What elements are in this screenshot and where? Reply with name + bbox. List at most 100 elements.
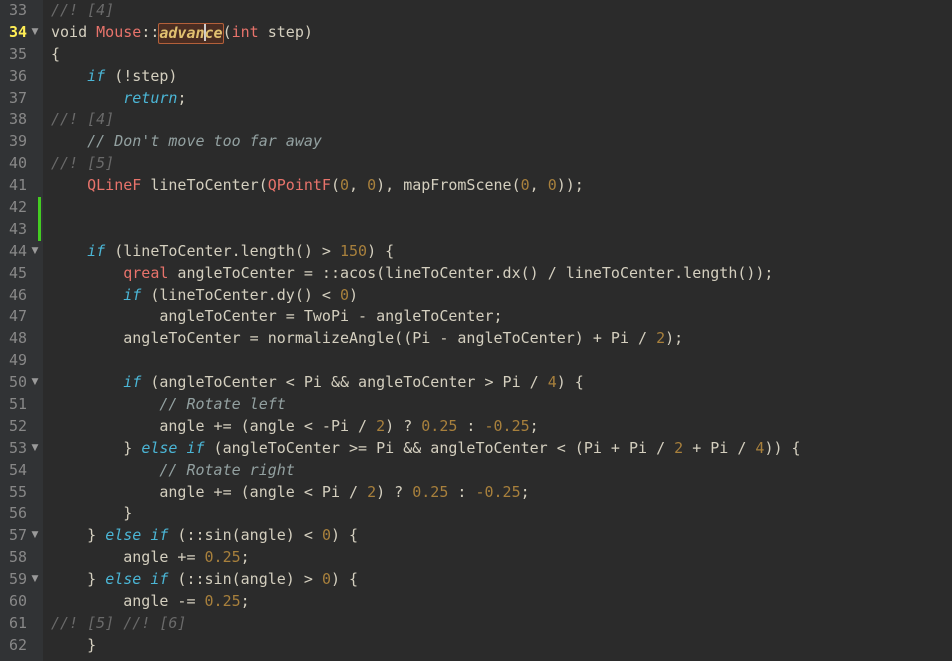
code-line[interactable]: if (!step)	[43, 66, 952, 88]
code-line[interactable]: qreal angleToCenter = ::acos(lineToCente…	[43, 263, 952, 285]
fold-collapse-arrow-icon[interactable]: ▼	[28, 525, 42, 547]
line-number[interactable]: 34 ▼	[0, 22, 43, 44]
line-number[interactable]: 46	[0, 285, 43, 307]
code-token: 2	[674, 438, 684, 457]
code-line[interactable]: {	[43, 44, 952, 66]
code-line[interactable]: angle += (angle < -Pi / 2) ? 0.25 : -0.2…	[43, 416, 952, 438]
code-token: if	[150, 526, 169, 545]
line-number[interactable]: 33	[0, 0, 43, 22]
code-token: ) ?	[385, 416, 422, 435]
line-number[interactable]: 55	[0, 482, 43, 504]
code-line[interactable]: } else if (::sin(angle) > 0) {	[43, 569, 952, 591]
code-token: angleToCenter = TwoPi - angleToCenter;	[51, 307, 503, 326]
line-number[interactable]: 56	[0, 503, 43, 525]
code-line[interactable]: angle += (angle < Pi / 2) ? 0.25 : -0.25…	[43, 482, 952, 504]
line-number-gutter[interactable]: 33 34 ▼ 35 36 37 38 39 40 41 42 43 44 ▼ 45 46 47 48 49 50 ▼ 5…	[0, 0, 43, 661]
code-token: (angleToCenter >= Pi && angleToCenter < …	[204, 438, 675, 457]
code-line[interactable]: // Rotate right	[43, 460, 952, 482]
fold-collapse-arrow-icon[interactable]: ▼	[28, 372, 42, 394]
code-token: int	[231, 22, 259, 41]
line-number[interactable]: 39	[0, 131, 43, 153]
code-line[interactable]: //! [4]	[43, 109, 952, 131]
code-line[interactable]: //! [5] //! [6]	[43, 613, 952, 635]
code-line[interactable]: angle += 0.25;	[43, 547, 952, 569]
code-line[interactable]	[43, 350, 952, 372]
code-token: if	[87, 241, 106, 260]
line-number[interactable]: 53 ▼	[0, 438, 43, 460]
code-token: );	[665, 329, 684, 348]
code-line[interactable]: if (lineToCenter.dy() < 0)	[43, 285, 952, 307]
code-line[interactable]: // Don't move too far away	[43, 131, 952, 153]
code-token: advan	[159, 23, 205, 42]
line-number[interactable]: 51	[0, 394, 43, 416]
code-line[interactable]	[43, 219, 952, 241]
code-token: angleToCenter = ::acos(lineToCenter.dx()…	[168, 263, 774, 282]
code-token: ;	[240, 548, 250, 567]
line-number[interactable]: 36	[0, 66, 43, 88]
line-number[interactable]: 35	[0, 44, 43, 66]
line-number[interactable]: 57 ▼	[0, 525, 43, 547]
code-token: 0	[520, 176, 530, 195]
line-number[interactable]: 49	[0, 350, 43, 372]
line-number[interactable]: 50 ▼	[0, 372, 43, 394]
code-token: (::sin(angle) >	[168, 570, 322, 589]
line-number[interactable]: 41	[0, 175, 43, 197]
line-number[interactable]: 37	[0, 88, 43, 110]
code-token: 0	[340, 176, 350, 195]
line-number[interactable]: 61	[0, 613, 43, 635]
code-token: }	[51, 438, 142, 457]
code-token: {	[51, 44, 61, 63]
code-token: if	[123, 373, 142, 392]
code-line[interactable]: }	[43, 503, 952, 525]
code-token: )	[349, 285, 359, 304]
code-line[interactable]: //! [5]	[43, 153, 952, 175]
code-token: :	[457, 416, 485, 435]
code-token: Mouse	[96, 22, 142, 41]
code-line[interactable]: } else if (::sin(angle) < 0) {	[43, 525, 952, 547]
line-number[interactable]: 54	[0, 460, 43, 482]
fold-collapse-arrow-icon[interactable]: ▼	[28, 438, 42, 460]
line-number[interactable]: 48	[0, 328, 43, 350]
code-editor[interactable]: 33 34 ▼ 35 36 37 38 39 40 41 42 43 44 ▼ 45 46 47 48 49 50 ▼ 5…	[0, 0, 952, 661]
line-number[interactable]: 40	[0, 153, 43, 175]
code-line[interactable]: } else if (angleToCenter >= Pi && angleT…	[43, 438, 952, 460]
code-token: 2	[376, 416, 386, 435]
code-line[interactable]: QLineF lineToCenter(QPointF(0, 0), mapFr…	[43, 175, 952, 197]
code-line[interactable]: angleToCenter = TwoPi - angleToCenter;	[43, 306, 952, 328]
code-line[interactable]: angleToCenter = normalizeAngle((Pi - ang…	[43, 328, 952, 350]
line-number[interactable]: 52	[0, 416, 43, 438]
rename-symbol-highlight[interactable]: advance	[158, 22, 224, 44]
code-token: ::	[141, 22, 160, 41]
fold-collapse-arrow-icon[interactable]: ▼	[28, 569, 42, 591]
line-number[interactable]: 47	[0, 306, 43, 328]
fold-collapse-arrow-icon[interactable]: ▼	[28, 22, 42, 44]
code-line[interactable]: if (lineToCenter.length() > 150) {	[43, 241, 952, 263]
line-number[interactable]: 58	[0, 547, 43, 569]
line-number[interactable]: 60	[0, 591, 43, 613]
code-line[interactable]: // Rotate left	[43, 394, 952, 416]
fold-collapse-arrow-icon[interactable]: ▼	[28, 241, 42, 263]
code-line[interactable]: void Mouse::advance(int step)	[43, 22, 952, 44]
code-token: ce	[204, 23, 223, 42]
code-text-area[interactable]: //! [4] void Mouse::advance(int step){ if…	[43, 0, 952, 661]
line-number[interactable]: 42	[0, 197, 43, 219]
code-token: void	[51, 22, 88, 41]
line-number[interactable]: 43	[0, 219, 43, 241]
vcs-added-lines-marker[interactable]	[38, 197, 41, 241]
code-line[interactable]: if (angleToCenter < Pi && angleToCenter …	[43, 372, 952, 394]
line-number[interactable]: 62	[0, 635, 43, 657]
code-line[interactable]	[43, 197, 952, 219]
code-token: 0	[340, 285, 350, 304]
line-number[interactable]: 38	[0, 109, 43, 131]
code-line[interactable]: //! [4]	[43, 0, 952, 22]
code-line[interactable]: }	[43, 635, 952, 657]
code-line[interactable]: return;	[43, 88, 952, 110]
line-number[interactable]: 45	[0, 263, 43, 285]
line-number[interactable]: 59 ▼	[0, 569, 43, 591]
code-line[interactable]: angle -= 0.25;	[43, 591, 952, 613]
code-token: (lineToCenter.dy() <	[141, 285, 340, 304]
line-number[interactable]: 44 ▼	[0, 241, 43, 263]
